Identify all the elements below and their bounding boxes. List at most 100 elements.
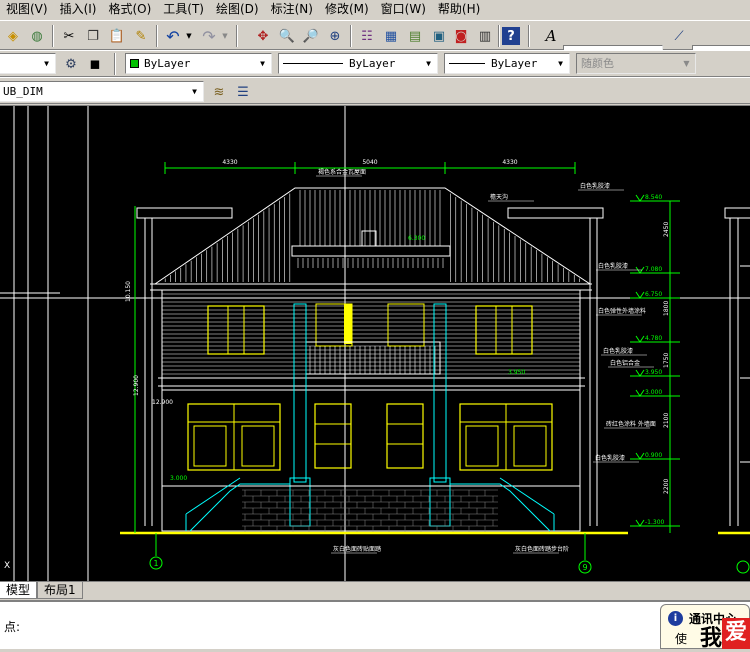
cut-icon[interactable]: ✂ — [58, 25, 80, 47]
dim-text: 4330 — [222, 159, 237, 166]
chevron-down-icon[interactable]: ▼ — [255, 55, 270, 72]
tab-model[interactable]: 模型 — [0, 582, 38, 599]
layer-match-icon[interactable]: ◼ — [84, 53, 106, 75]
menu-bar: 视图(V) 插入(I) 格式(O) 工具(T) 绘图(D) 标注(N) 修改(M) 窗口(W)… — [0, 0, 750, 19]
help-icon[interactable]: ? — [502, 27, 520, 45]
color-combo[interactable]: ByLayer ▼ — [125, 53, 272, 74]
axis-label: 9 — [582, 563, 587, 572]
notify-text: 使 — [675, 632, 688, 646]
command-line[interactable]: 点: — [0, 600, 750, 649]
annotation-text: 褐色系合金瓦屋面 — [318, 168, 366, 176]
chevron-down-icon[interactable]: ▼ — [187, 83, 202, 100]
menu-insert[interactable]: 插入(I) — [54, 0, 103, 19]
copy-icon[interactable]: ❐ — [82, 25, 104, 47]
elevation-label: 6.300 — [408, 235, 425, 242]
dim-text: 1750 — [663, 353, 670, 368]
plot-preview-icon[interactable]: ◍ — [26, 25, 48, 47]
dim-text: 4330 — [502, 159, 517, 166]
linetype-combo[interactable]: ByLayer ▼ — [278, 53, 438, 74]
watermark-logo-red: 爱 — [722, 618, 750, 649]
paste-icon[interactable]: 📋 — [106, 25, 128, 47]
lineweight-value: ByLayer — [491, 57, 538, 70]
text-style-icon: A — [545, 27, 557, 45]
layer-previous-icon[interactable]: ⚙ — [60, 53, 82, 75]
menu-modify[interactable]: 修改(M) — [319, 0, 375, 19]
elevation-label: 7.080 — [645, 266, 662, 273]
properties-toolbar: ▼ ⚙ ◼ ByLayer ▼ ByLayer ▼ ByLayer ▼ 随颜色 ▼ — [0, 50, 750, 77]
drawing-viewport[interactable]: 4330 5040 4330 10.150 12.900 12.900 8.54… — [0, 105, 750, 581]
annotation-text: 檐天沟 — [490, 193, 508, 201]
info-icon: i — [668, 611, 683, 626]
zoom-realtime-icon[interactable]: 🔍 — [276, 25, 298, 47]
plot-style-combo: 随颜色 ▼ — [576, 53, 696, 74]
dim-text: 10.150 — [125, 281, 132, 302]
layer-combo[interactable]: UB_DIM ▼ — [0, 81, 204, 102]
tool-palettes-icon[interactable]: ▤ — [404, 25, 426, 47]
lineweight-combo[interactable]: ByLayer ▼ — [444, 53, 570, 74]
annotation-text: 灰白色面砖踏步台阶 — [515, 545, 569, 553]
chevron-down-icon[interactable]: ▼ — [421, 55, 436, 72]
zoom-previous-icon[interactable]: ⊕ — [324, 25, 346, 47]
design-center-icon[interactable]: ▦ — [380, 25, 402, 47]
watermark-logo: 我 — [700, 626, 723, 651]
chevron-down-icon[interactable]: ▼ — [553, 55, 568, 72]
plot-style-value: 随颜色 — [581, 57, 614, 70]
linetype-preview-icon — [283, 63, 343, 64]
dim-text: 12.900 — [133, 375, 140, 396]
zoom-window-icon[interactable]: 🔎 — [300, 25, 322, 47]
menu-dimension[interactable]: 标注(N) — [265, 0, 319, 19]
elevation-label: 8.540 — [645, 194, 662, 201]
publish-icon[interactable]: ◈ — [2, 25, 24, 47]
sheet-set-icon[interactable]: ▣ — [428, 25, 450, 47]
properties-icon[interactable]: ☷ — [356, 25, 378, 47]
dim-text: 5040 — [362, 159, 377, 166]
annotation-text: 白色乳胶漆 — [595, 454, 625, 462]
dim-text: 2450 — [663, 222, 670, 237]
layout-tabs: 模型 布局1 — [0, 581, 750, 599]
dim-text: 2100 — [663, 413, 670, 428]
undo-dropdown-icon[interactable]: ▼ — [184, 25, 194, 47]
dim-text: 12.900 — [152, 399, 173, 406]
annotation-text: 白色乳胶漆 — [580, 182, 610, 190]
layer-state-combo[interactable]: ▼ — [0, 53, 56, 74]
color-value: ByLayer — [144, 57, 191, 70]
menu-view[interactable]: 视图(V) — [0, 0, 54, 19]
elevation-drawing[interactable]: 4330 5040 4330 10.150 12.900 12.900 8.54… — [0, 106, 750, 581]
tab-label: 布局1 — [44, 583, 76, 597]
chevron-down-icon: ▼ — [679, 55, 694, 72]
layers-toolbar: UB_DIM ▼ ≋ ☰ — [0, 77, 750, 104]
dim-text: 1800 — [663, 301, 670, 316]
color-swatch — [130, 59, 139, 68]
pan-icon[interactable]: ✥ — [252, 25, 274, 47]
annotation-text: 白色乳胶漆 — [603, 347, 633, 355]
elevation-label: 4.780 — [645, 335, 662, 342]
undo-icon[interactable]: ↶ — [162, 25, 184, 47]
elevation-label: 3.950 — [645, 369, 662, 376]
chevron-down-icon[interactable]: ▼ — [39, 55, 54, 72]
layer-states-icon[interactable]: ☰ — [232, 81, 254, 103]
annotation-text: 砖红色涂料 外墙面 — [606, 420, 656, 428]
menu-window[interactable]: 窗口(W) — [375, 0, 432, 19]
standard-toolbar: ◈ ◍ ✂ ❐ 📋 ✎ ↶ ▼ ↷ ▼ ✥ 🔍 🔎 ⊕ ☷ ▦ ▤ ▣ ◙ ▥ … — [0, 20, 750, 66]
markup-icon[interactable]: ◙ — [450, 25, 472, 47]
calculator-icon[interactable]: ▥ — [474, 25, 496, 47]
redo-icon[interactable]: ↷ — [198, 25, 220, 47]
redo-dropdown-icon[interactable]: ▼ — [220, 25, 230, 47]
tab-layout1[interactable]: 布局1 — [37, 582, 83, 599]
menu-draw[interactable]: 绘图(D) — [210, 0, 265, 19]
elevation-label: 6.750 — [645, 291, 662, 298]
menu-help[interactable]: 帮助(H) — [432, 0, 486, 19]
elevation-label: 0.900 — [645, 452, 662, 459]
lineweight-preview-icon — [449, 63, 485, 64]
tab-label: 模型 — [6, 583, 31, 597]
layer-value: UB_DIM — [3, 85, 43, 98]
menu-tools[interactable]: 工具(T) — [157, 0, 210, 19]
command-prompt: 点: — [4, 620, 21, 634]
annotation-text: 灰白色面砖贴面踏 — [333, 545, 381, 553]
annotation-text: 白色乳胶漆 — [598, 262, 628, 270]
elevation-label: -1.300 — [645, 519, 665, 526]
match-properties-icon[interactable]: ✎ — [130, 25, 152, 47]
make-layer-current-icon[interactable]: ≋ — [208, 81, 230, 103]
menu-format[interactable]: 格式(O) — [102, 0, 157, 19]
annotation-text: 白色铝合金 — [610, 359, 640, 367]
